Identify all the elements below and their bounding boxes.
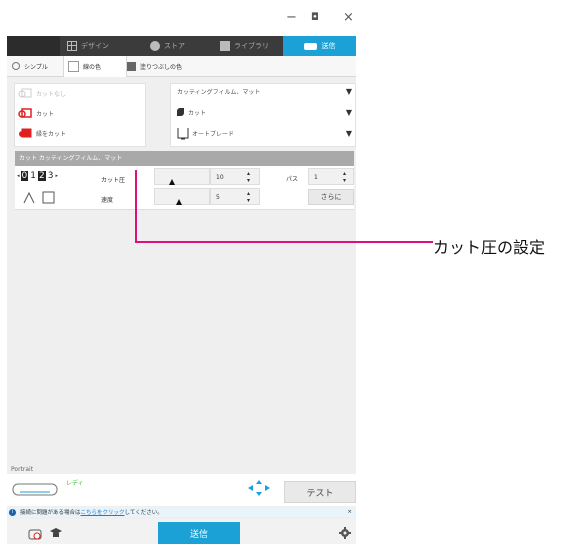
maximize-button[interactable]: ◘ xyxy=(311,12,319,23)
tab-design[interactable]: デザイン xyxy=(67,36,109,56)
close-button[interactable]: × xyxy=(343,10,354,25)
cut-icon xyxy=(18,108,32,118)
dropdown-arrow-icon: ▼ xyxy=(345,128,352,138)
app-logo xyxy=(7,36,60,56)
info-icon: i xyxy=(9,508,16,516)
cutter-icon xyxy=(303,42,317,50)
cut-section-header: カット カッティングフィルム、マット xyxy=(15,151,354,166)
line-color-icon xyxy=(68,60,79,72)
callout-line xyxy=(135,170,433,243)
store-icon xyxy=(150,41,160,51)
info-close-button[interactable]: × xyxy=(347,509,352,515)
connection-info-bar: i 接続に問題がある場合は こちらをクリック してください。 × xyxy=(7,507,356,517)
help-link[interactable]: こちらをクリック xyxy=(81,508,125,516)
cutter-device-icon xyxy=(12,483,58,496)
mode-line-color[interactable]: 線の色 xyxy=(68,56,101,76)
tab-store[interactable]: ストア xyxy=(150,36,185,56)
force-label: カット圧 xyxy=(101,177,126,184)
action-select[interactable]: カット ▼ xyxy=(177,106,352,118)
mode-simple[interactable]: シンプル xyxy=(12,56,48,76)
decrease-arrow-icon[interactable]: ◂ xyxy=(17,173,20,179)
no-cut-icon xyxy=(18,88,32,98)
test-button[interactable]: テスト xyxy=(284,481,356,503)
speed-label: 速度 xyxy=(101,197,114,204)
tab-send[interactable]: 送信 xyxy=(283,36,356,56)
edge-cut-icon xyxy=(19,128,32,138)
cut-option-cut[interactable]: カット xyxy=(18,107,54,119)
increase-arrow-icon[interactable]: ▸ xyxy=(55,173,58,179)
media-select[interactable]: カッティングフィルム、マット ▼ xyxy=(177,85,352,97)
learn-icon[interactable] xyxy=(49,527,63,539)
library-icon xyxy=(220,41,230,51)
move-arrows-icon[interactable] xyxy=(248,480,270,496)
tool-holder-icon xyxy=(177,127,189,139)
dropdown-arrow-icon: ▼ xyxy=(345,86,352,96)
settings-gear-icon[interactable] xyxy=(339,527,351,539)
fill-color-icon xyxy=(127,61,136,71)
tab-library[interactable]: ライブラリ xyxy=(220,36,269,56)
mode-fill-color[interactable]: 塗りつぶしの色 xyxy=(127,56,182,76)
device-status: レディ xyxy=(66,480,84,487)
callout-label: カット圧の設定 xyxy=(433,238,546,257)
blade-depth-selector[interactable]: ◂ 0 1 2 3 ▸ xyxy=(17,171,58,181)
blade-icon xyxy=(177,108,184,116)
radio-icon xyxy=(12,62,20,70)
minimize-button[interactable]: − xyxy=(286,10,297,25)
cut-option-edge[interactable]: 縁をカット xyxy=(18,127,66,139)
tool-select[interactable]: オートブレード ▼ xyxy=(177,126,352,140)
shape-icons xyxy=(23,191,55,204)
send-button[interactable]: 送信 xyxy=(158,522,240,544)
dropdown-arrow-icon: ▼ xyxy=(345,107,352,117)
orientation-label: Portrait xyxy=(11,466,34,473)
history-icon[interactable] xyxy=(28,527,42,540)
grid-icon xyxy=(67,41,77,51)
cut-option-none[interactable]: カットなし xyxy=(18,87,66,99)
